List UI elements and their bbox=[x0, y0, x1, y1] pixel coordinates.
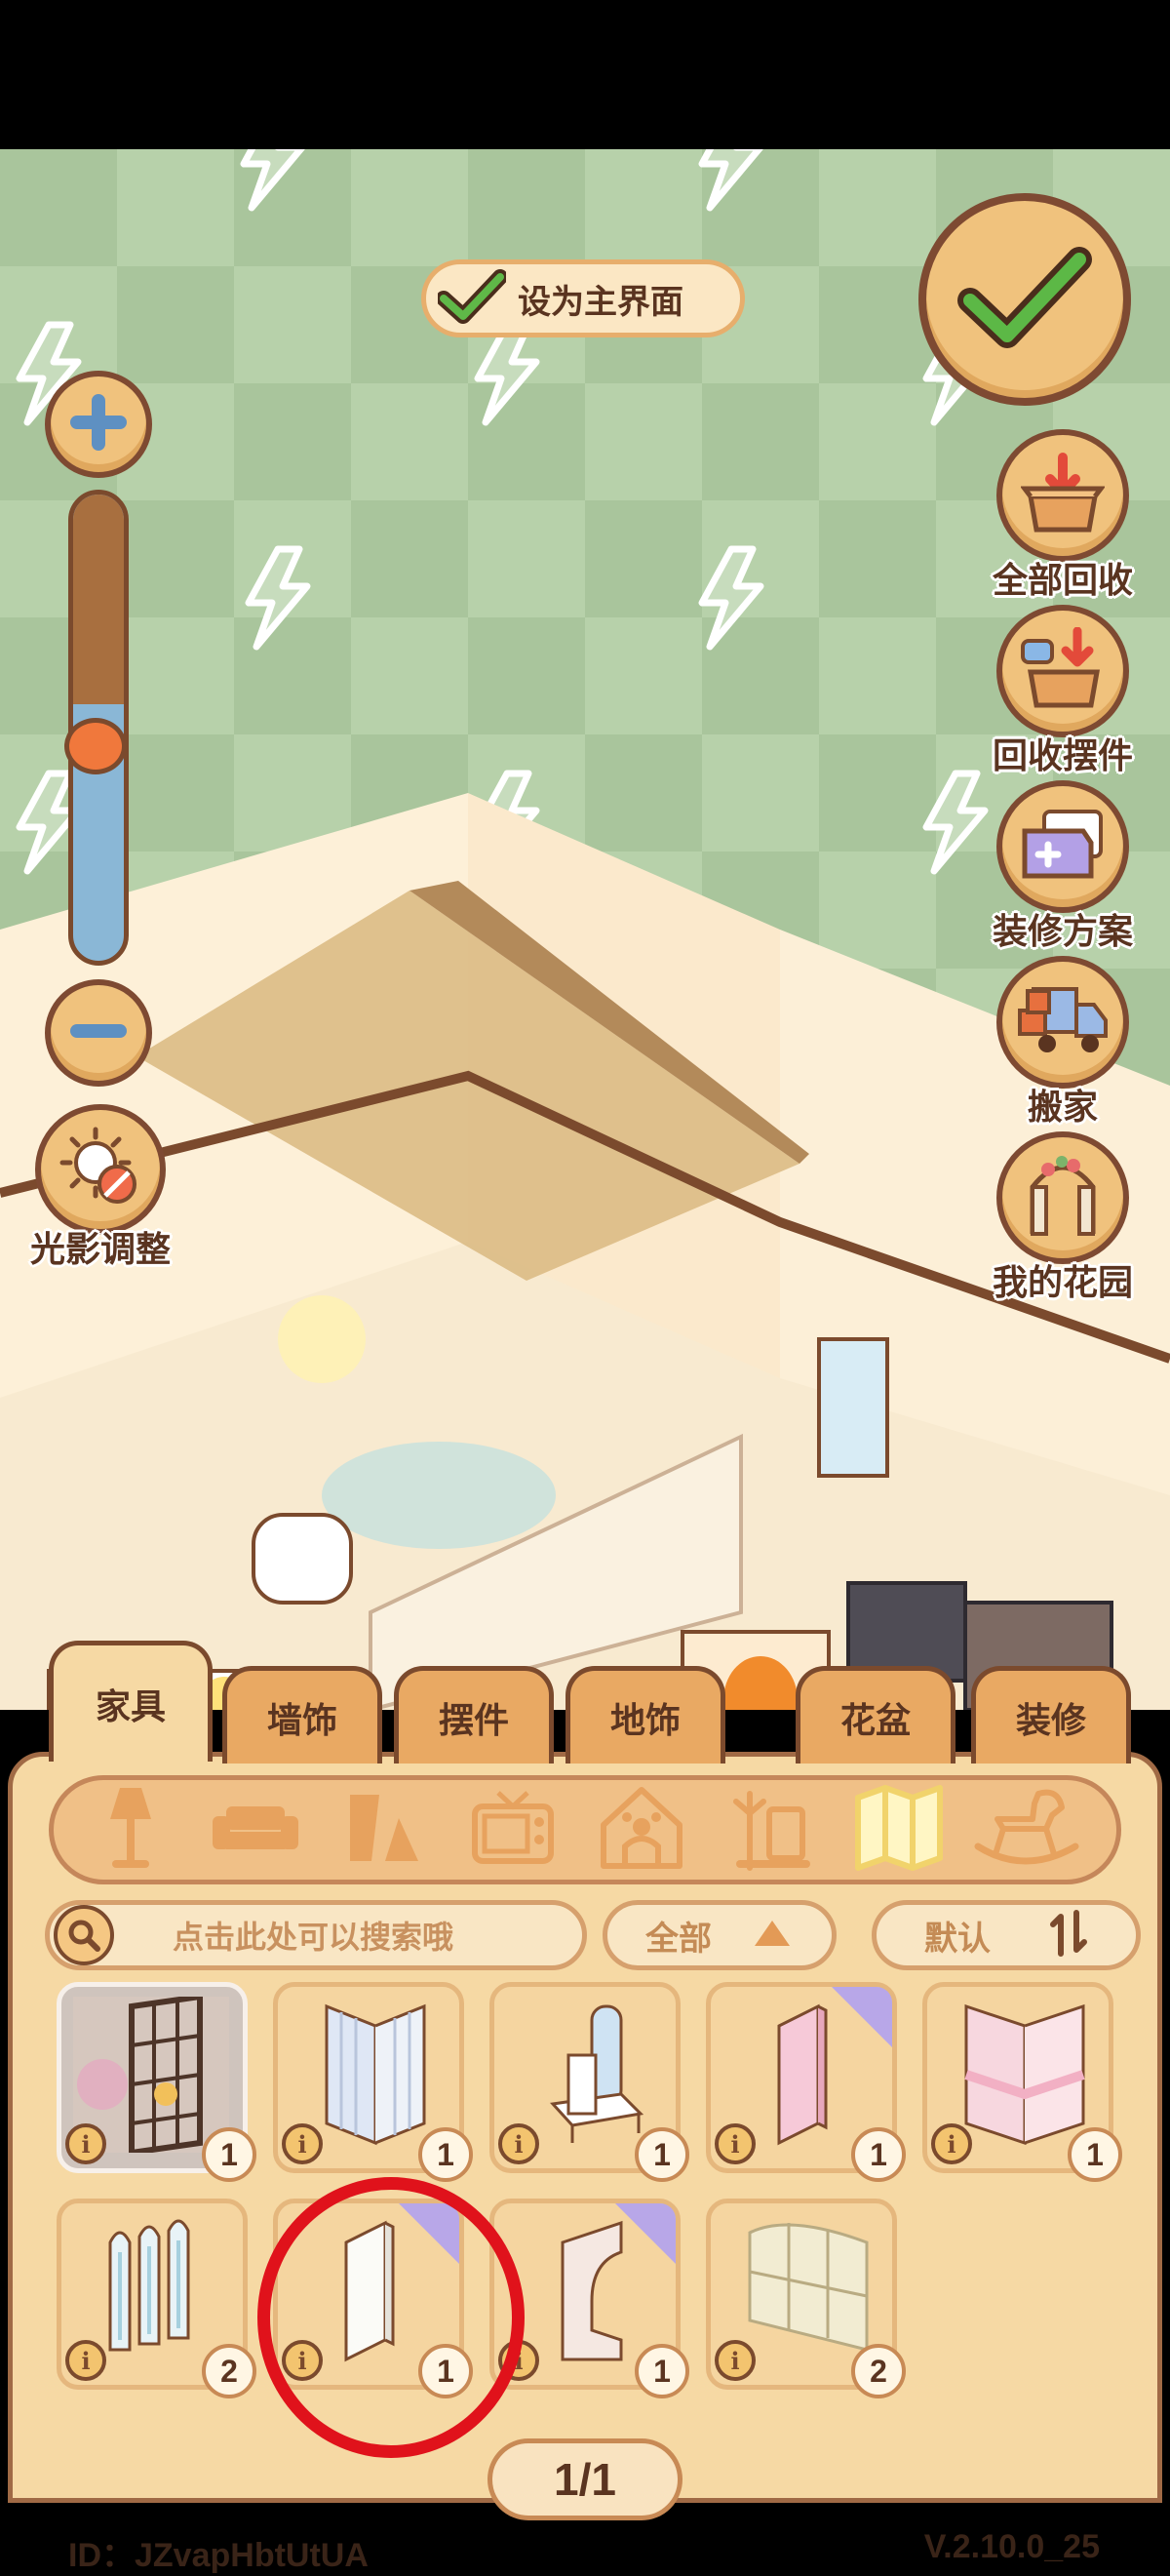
sort-arrows-icon bbox=[1049, 1909, 1088, 1962]
recycle-decor-button[interactable] bbox=[996, 605, 1129, 737]
item-count: 1 bbox=[418, 2127, 473, 2182]
search-placeholder: 点击此处可以搜索哦 bbox=[173, 1920, 454, 1955]
category-bar bbox=[49, 1775, 1121, 1884]
item-count: 2 bbox=[202, 2344, 256, 2398]
sort-dropdown[interactable]: 默认 bbox=[872, 1900, 1141, 1970]
page-indicator: 1/1 bbox=[488, 2438, 682, 2520]
plus-icon bbox=[69, 393, 128, 456]
sort-label: 默认 bbox=[924, 1920, 991, 1958]
renovation-plan-icon bbox=[1019, 806, 1107, 888]
search-icon bbox=[54, 1905, 114, 1965]
zoom-out-button[interactable] bbox=[45, 979, 152, 1087]
item-count: 1 bbox=[851, 2127, 906, 2182]
confirm-button[interactable] bbox=[918, 193, 1131, 406]
rocking-horse-icon bbox=[974, 1786, 1081, 1874]
pet-house-icon bbox=[598, 1786, 685, 1874]
renovation-plan-button[interactable] bbox=[996, 780, 1129, 913]
garden-arch-icon bbox=[1019, 1152, 1107, 1244]
recycle-decor-icon bbox=[1019, 626, 1107, 715]
info-icon[interactable]: i bbox=[282, 2123, 323, 2164]
checkmark-icon bbox=[436, 269, 508, 328]
moving-truck-icon bbox=[1016, 981, 1110, 1063]
item-card[interactable]: i 1 bbox=[273, 1982, 473, 2182]
curtain-panel-item bbox=[325, 2003, 426, 2146]
recycle-all-icon bbox=[1020, 452, 1106, 539]
moving-label: 搬家 bbox=[1027, 1088, 1098, 1128]
recycle-all-button[interactable] bbox=[996, 429, 1129, 562]
minus-icon bbox=[69, 1021, 128, 1045]
paint-roller-badge bbox=[615, 2203, 676, 2264]
item-count: 2 bbox=[851, 2344, 906, 2398]
sun-icon bbox=[57, 1124, 144, 1215]
category-pet-house[interactable] bbox=[588, 1780, 695, 1880]
item-card[interactable]: i 2 bbox=[706, 2199, 906, 2398]
moving-button[interactable] bbox=[996, 956, 1129, 1089]
my-garden-button[interactable] bbox=[996, 1131, 1129, 1264]
info-icon[interactable]: i bbox=[65, 2123, 106, 2164]
coat-rack-icon bbox=[726, 1784, 814, 1876]
folding-screen-icon bbox=[852, 1784, 946, 1876]
tv-icon bbox=[469, 1789, 557, 1871]
tab-furniture[interactable]: 家具 bbox=[49, 1641, 213, 1762]
item-card[interactable]: i 1 bbox=[922, 1982, 1122, 2182]
zoom-in-button[interactable] bbox=[45, 371, 152, 478]
item-card[interactable]: i 1 bbox=[57, 1982, 256, 2182]
light-adjust-label: 光影调整 bbox=[29, 1230, 171, 1270]
pink-curtain-item bbox=[964, 2003, 1085, 2146]
sofa-icon bbox=[207, 1799, 304, 1861]
renovation-plan-label: 装修方案 bbox=[992, 912, 1133, 952]
version-label: V.2.10.0_25 bbox=[923, 2528, 1100, 2565]
user-id: ID：JZvapHbtUtUA bbox=[68, 2537, 369, 2574]
info-icon[interactable]: i bbox=[715, 2340, 756, 2381]
set-as-home-label: 设为主界面 bbox=[518, 283, 683, 321]
filter-dropdown[interactable]: 全部 bbox=[603, 1900, 837, 1970]
shelf-icon bbox=[340, 1789, 428, 1871]
search-field[interactable]: 点击此处可以搜索哦 bbox=[45, 1900, 587, 1970]
zoom-slider-handle[interactable] bbox=[64, 718, 127, 774]
category-tv[interactable] bbox=[459, 1780, 566, 1880]
zoom-slider-fill bbox=[73, 495, 124, 705]
triangle-up-icon bbox=[751, 1917, 794, 1954]
light-adjust-button[interactable] bbox=[35, 1104, 166, 1235]
info-icon[interactable]: i bbox=[65, 2340, 106, 2381]
paint-roller-badge bbox=[832, 1987, 892, 2047]
category-shelf[interactable] bbox=[331, 1780, 438, 1880]
recycle-all-label: 全部回收 bbox=[992, 561, 1133, 601]
tab-flower-pots[interactable]: 花盆 bbox=[796, 1666, 956, 1764]
item-count: 1 bbox=[635, 2344, 689, 2398]
item-card[interactable]: i 1 bbox=[489, 1982, 689, 2182]
item-count: 1 bbox=[635, 2127, 689, 2182]
category-coat-rack[interactable] bbox=[717, 1780, 824, 1880]
category-sofa[interactable] bbox=[202, 1780, 309, 1880]
info-icon[interactable]: i bbox=[931, 2123, 972, 2164]
info-icon[interactable]: i bbox=[715, 2123, 756, 2164]
glass-screen-item bbox=[108, 2219, 190, 2352]
item-card[interactable]: i 2 bbox=[57, 2199, 256, 2398]
lamp-icon bbox=[97, 1784, 165, 1876]
category-folding-screen[interactable] bbox=[845, 1780, 953, 1880]
highlight-circle bbox=[257, 2177, 525, 2458]
tab-renovation[interactable]: 装修 bbox=[971, 1666, 1131, 1764]
tab-floor-decor[interactable]: 地饰 bbox=[566, 1666, 725, 1764]
item-count: 1 bbox=[202, 2127, 256, 2182]
recycle-decor-label: 回收摆件 bbox=[992, 736, 1133, 776]
set-as-home-toggle[interactable]: 设为主界面 bbox=[421, 259, 745, 337]
dressing-table-item bbox=[549, 2004, 644, 2143]
category-rocking-horse[interactable] bbox=[974, 1780, 1081, 1880]
category-lamp[interactable] bbox=[77, 1780, 184, 1880]
window-grid-item bbox=[748, 2223, 869, 2352]
info-icon[interactable]: i bbox=[498, 2123, 539, 2164]
tab-wall-decor[interactable]: 墙饰 bbox=[222, 1666, 382, 1764]
item-count: 1 bbox=[1068, 2127, 1122, 2182]
filter-label: 全部 bbox=[645, 1920, 712, 1958]
tab-ornaments[interactable]: 摆件 bbox=[394, 1666, 554, 1764]
checkmark-icon bbox=[956, 244, 1093, 355]
my-garden-label: 我的花园 bbox=[992, 1263, 1133, 1303]
item-card[interactable]: i 1 bbox=[706, 1982, 906, 2182]
